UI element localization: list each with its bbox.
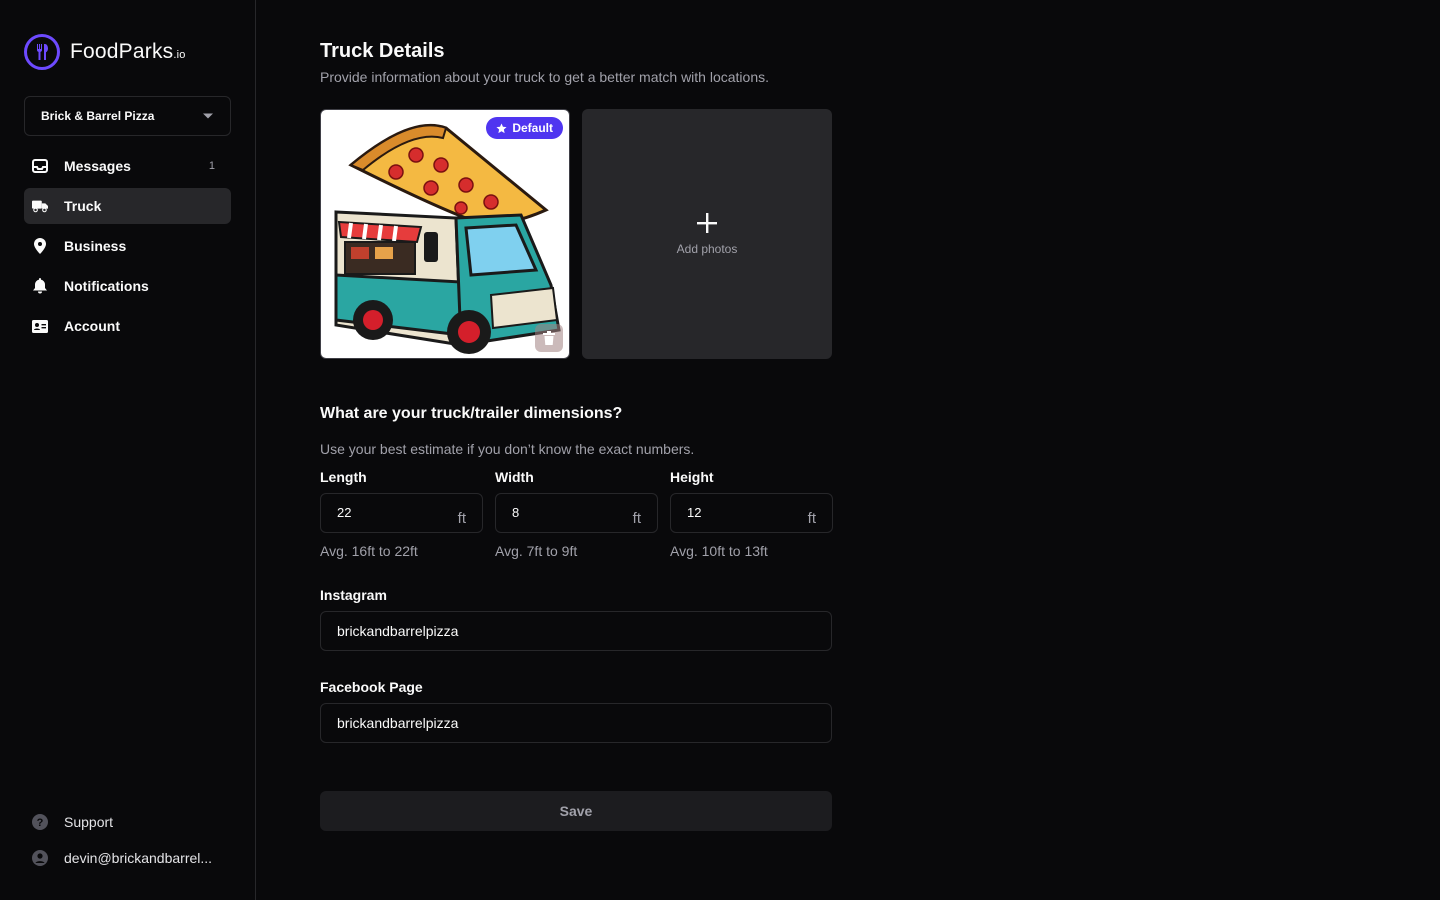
dimensions-subtitle: Use your best estimate if you don’t know… (320, 441, 695, 457)
business-picker-label: Brick & Barrel Pizza (41, 109, 155, 123)
height-unit: ft (807, 510, 816, 527)
height-input-wrap[interactable]: ft (670, 493, 833, 533)
save-button[interactable]: Save (320, 791, 832, 831)
sidebar-item-label: Business (64, 238, 127, 254)
width-field: Width ft Avg. 7ft to 9ft (495, 469, 658, 559)
messages-count-badge: 1 (208, 160, 215, 172)
user-account-link[interactable]: devin@brickandbarrel... (24, 840, 231, 876)
trash-icon (543, 331, 555, 345)
length-unit: ft (457, 510, 466, 527)
default-photo-badge: Default (486, 117, 563, 139)
height-hint: Avg. 10ft to 13ft (670, 543, 768, 559)
facebook-label: Facebook Page (320, 679, 423, 695)
width-unit: ft (632, 510, 641, 527)
sidebar: FoodParks.io Brick & Barrel Pizza Messag… (0, 0, 256, 900)
width-label: Width (495, 469, 534, 485)
logo-text: FoodParks.io (70, 40, 186, 63)
id-card-icon (32, 318, 48, 334)
sidebar-item-business[interactable]: Business (24, 228, 231, 264)
sidebar-item-notifications[interactable]: Notifications (24, 268, 231, 304)
width-hint: Avg. 7ft to 9ft (495, 543, 578, 559)
add-photos-label: Add photos (676, 242, 738, 256)
instagram-label: Instagram (320, 587, 387, 603)
caret-down-icon (202, 109, 214, 123)
main-content: Truck Details Provide information about … (256, 0, 1440, 900)
help-circle-icon: ? (32, 814, 48, 830)
truck-icon (32, 198, 48, 214)
add-photos-button[interactable]: Add photos (582, 109, 832, 359)
width-input-wrap[interactable]: ft (495, 493, 658, 533)
sidebar-item-account[interactable]: Account (24, 308, 231, 344)
bell-icon (32, 278, 48, 294)
dimensions-fields: Length ft Avg. 16ft to 22ft Width ft Avg… (320, 469, 1440, 559)
delete-photo-button[interactable] (535, 324, 563, 352)
user-email: devin@brickandbarrel... (64, 850, 213, 866)
star-icon (496, 122, 507, 133)
location-pin-icon (32, 238, 48, 254)
sidebar-nav: Messages 1 Truck Business Notifications (24, 148, 231, 344)
business-picker[interactable]: Brick & Barrel Pizza (24, 96, 231, 136)
page-title: Truck Details (320, 40, 445, 62)
sidebar-item-label: Account (64, 318, 120, 334)
length-field: Length ft Avg. 16ft to 22ft (320, 469, 483, 559)
logo[interactable]: FoodParks.io (24, 32, 231, 72)
instagram-field: Instagram (320, 587, 832, 651)
sidebar-item-label: Messages (64, 158, 131, 174)
pizza-truck-illustration (334, 123, 561, 354)
sidebar-item-truck[interactable]: Truck (24, 188, 231, 224)
support-label: Support (64, 814, 114, 830)
svg-text:?: ? (37, 817, 44, 829)
sidebar-bottom: ? Support devin@brickandbarrel... (24, 804, 231, 876)
dimensions-title: What are your truck/trailer dimensions? (320, 405, 623, 422)
length-input[interactable] (337, 504, 437, 520)
length-input-wrap[interactable]: ft (320, 493, 483, 533)
plus-icon (697, 213, 717, 233)
instagram-input[interactable] (320, 611, 832, 651)
height-input[interactable] (687, 504, 787, 520)
sidebar-item-label: Truck (64, 198, 102, 214)
length-label: Length (320, 469, 367, 485)
app-root: FoodParks.io Brick & Barrel Pizza Messag… (0, 0, 1440, 900)
support-link[interactable]: ? Support (24, 804, 231, 840)
sidebar-item-label: Notifications (64, 278, 149, 294)
truck-photo[interactable]: Default (320, 109, 570, 359)
inbox-icon (32, 158, 48, 174)
width-input[interactable] (512, 504, 612, 520)
height-field: Height ft Avg. 10ft to 13ft (670, 469, 833, 559)
page-subtitle: Provide information about your truck to … (320, 69, 770, 85)
photo-gallery: Default Add photos (320, 109, 1440, 359)
user-avatar-icon (32, 850, 48, 866)
fork-knife-logo-icon (24, 34, 60, 70)
height-label: Height (670, 469, 714, 485)
facebook-field: Facebook Page (320, 679, 832, 743)
facebook-input[interactable] (320, 703, 832, 743)
sidebar-item-messages[interactable]: Messages 1 (24, 148, 231, 184)
length-hint: Avg. 16ft to 22ft (320, 543, 418, 559)
